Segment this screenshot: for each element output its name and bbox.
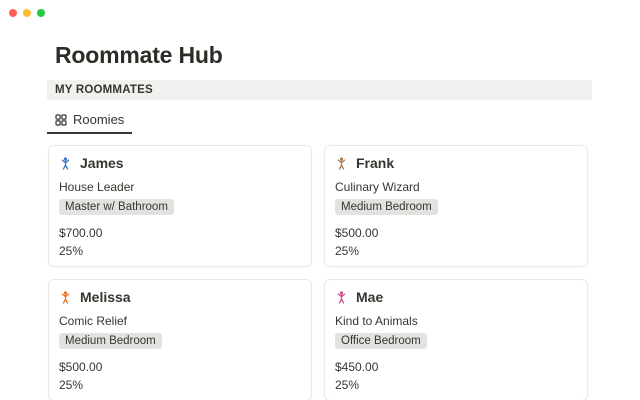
card-name-row: Melissa: [59, 288, 301, 306]
roommate-card[interactable]: James House Leader Master w/ Bathroom $7…: [48, 145, 312, 267]
roommate-name: Mae: [356, 289, 383, 305]
person-icon: [335, 291, 348, 304]
page: Roommate Hub MY ROOMMATES Roomies James …: [0, 0, 640, 400]
split-percentage: 25%: [59, 378, 301, 393]
split-percentage: 25%: [335, 378, 577, 393]
section-banner-label: MY ROOMMATES: [55, 84, 153, 96]
room-tag: Medium Bedroom: [335, 199, 438, 215]
broom-icon: [154, 267, 165, 268]
task-item: Buy Groceries: [432, 266, 520, 267]
app-window: Roommate Hub MY ROOMMATES Roomies James …: [0, 0, 640, 400]
task-item: Cook Friday night dinn: [528, 266, 586, 267]
section-banner: MY ROOMMATES: [47, 80, 592, 100]
split-percentage: 25%: [59, 244, 301, 259]
page-title: Roommate Hub: [55, 44, 592, 67]
rent-amount: $500.00: [59, 360, 301, 375]
roommate-role: Comic Relief: [59, 314, 301, 329]
card-name-row: Mae: [335, 288, 577, 306]
task-label: Buy Groceries: [447, 266, 520, 267]
close-window-button[interactable]: [9, 9, 17, 17]
room-tag: Medium Bedroom: [59, 333, 162, 349]
room-tag: Office Bedroom: [335, 333, 427, 349]
room-tag: Master w/ Bathroom: [59, 199, 174, 215]
rent-amount: $700.00: [59, 226, 301, 241]
person-icon: [59, 291, 72, 304]
task-item: Prune Shrubs: [218, 266, 303, 267]
card-name-row: James: [59, 154, 301, 172]
task-list: Mow the Lawn Buy Groceries Cook Friday nig…: [335, 266, 586, 267]
person-icon: [335, 157, 348, 170]
task-list: Clean Kitchen Vacuum Prune Shrubs: [59, 266, 310, 267]
person-icon: [59, 157, 72, 170]
roommate-role: Culinary Wizard: [335, 180, 577, 195]
task-label: Prune Shrubs: [233, 266, 303, 267]
roommate-name: Melissa: [80, 289, 131, 305]
spray-bottle-icon: [59, 267, 70, 268]
roommate-role: Kind to Animals: [335, 314, 577, 329]
task-item: Clean Kitchen: [59, 266, 146, 267]
zoom-window-button[interactable]: [37, 9, 45, 17]
window-controls: [9, 9, 45, 17]
task-label: Cook Friday night dinn: [543, 266, 586, 267]
minimize-window-button[interactable]: [23, 9, 31, 17]
view-tab-bar: Roomies: [55, 110, 592, 134]
roommate-name: James: [80, 155, 124, 171]
roommate-name: Frank: [356, 155, 394, 171]
rent-amount: $450.00: [335, 360, 577, 375]
rent-amount: $500.00: [335, 226, 577, 241]
tab-roomies-label: Roomies: [73, 112, 124, 127]
split-percentage: 25%: [335, 244, 577, 259]
leaf-icon: [335, 267, 346, 268]
card-name-row: Frank: [335, 154, 577, 172]
bread-icon: [528, 267, 539, 268]
roommate-card[interactable]: Frank Culinary Wizard Medium Bedroom $50…: [324, 145, 588, 267]
task-item: Mow the Lawn: [335, 266, 424, 267]
roommate-card[interactable]: Mae Kind to Animals Office Bedroom $450.…: [324, 279, 588, 400]
task-label: Vacuum: [169, 266, 210, 267]
task-label: Mow the Lawn: [350, 266, 424, 267]
gallery-icon: [55, 114, 67, 126]
roommate-card[interactable]: Melissa Comic Relief Medium Bedroom $500…: [48, 279, 312, 400]
cart-icon: [432, 267, 443, 268]
leaf-icon: [218, 267, 229, 268]
roommate-card-grid: James House Leader Master w/ Bathroom $7…: [48, 145, 592, 400]
task-item: Vacuum: [154, 266, 210, 267]
tab-roomies[interactable]: Roomies: [47, 110, 132, 134]
task-label: Clean Kitchen: [74, 266, 146, 267]
roommate-role: House Leader: [59, 180, 301, 195]
